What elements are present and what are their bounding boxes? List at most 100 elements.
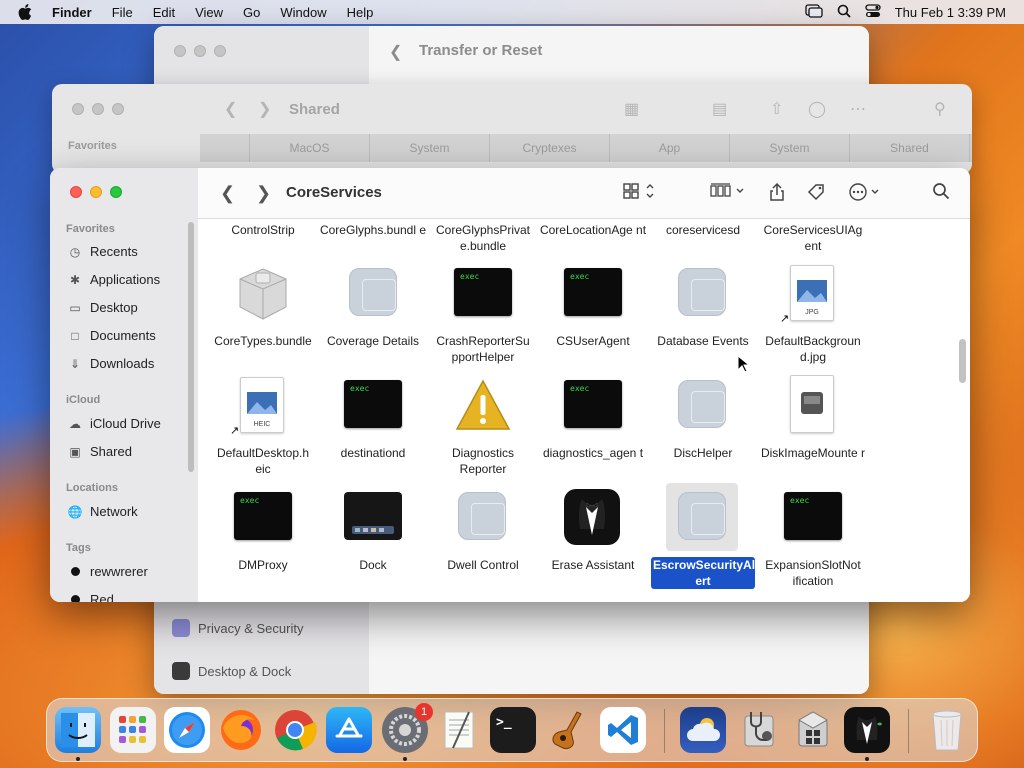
shared-more-icon[interactable]: ⋯ xyxy=(850,99,866,119)
tag-icon[interactable] xyxy=(806,182,826,207)
shared-window-controls[interactable] xyxy=(72,103,124,115)
launchpad-icon[interactable] xyxy=(110,707,156,753)
close-button[interactable] xyxy=(70,186,82,198)
sidebar-item-recents[interactable]: ◷ Recents xyxy=(68,244,138,259)
shared-tag-icon[interactable]: ◯ xyxy=(808,99,826,119)
disk-image-icon[interactable] xyxy=(790,375,834,433)
column-tab[interactable] xyxy=(200,134,250,162)
file-item[interactable]: DiskImageMounte r xyxy=(758,445,868,461)
executable-icon[interactable]: exec xyxy=(784,492,842,540)
file-item[interactable]: Database Events xyxy=(648,333,758,349)
app-store-icon[interactable] xyxy=(326,707,372,753)
column-tab[interactable]: System xyxy=(370,134,490,162)
app-icon[interactable] xyxy=(678,492,726,540)
file-item[interactable]: CrashReporterSu pportHelper xyxy=(428,333,538,365)
executable-icon[interactable]: exec xyxy=(344,380,402,428)
apple-menu-icon[interactable] xyxy=(18,0,38,24)
settings-window-controls[interactable] xyxy=(174,45,226,57)
system-information-icon[interactable] xyxy=(736,707,782,753)
sidebar-item-downloads[interactable]: ⇓ Downloads xyxy=(68,356,154,371)
app-icon[interactable] xyxy=(349,268,397,316)
file-item[interactable]: coreservicesd xyxy=(648,222,758,238)
sidebar-item-shared[interactable]: ▣ Shared xyxy=(68,444,132,459)
settings-item-desktop-dock[interactable]: Desktop & Dock xyxy=(172,662,291,680)
file-item[interactable]: diagnostics_agen t xyxy=(538,445,648,461)
content-scrollbar[interactable] xyxy=(959,339,966,383)
app-icon[interactable] xyxy=(678,380,726,428)
sidebar-item-documents[interactable]: □ Documents xyxy=(68,328,155,343)
vscode-icon[interactable] xyxy=(600,707,646,753)
settings-item-privacy[interactable]: Privacy & Security xyxy=(172,619,303,637)
file-item-selected[interactable]: EscrowSecurityAl ert xyxy=(648,557,758,589)
tuxedo-app-icon[interactable] xyxy=(844,707,890,753)
minimize-button[interactable] xyxy=(90,186,102,198)
file-item[interactable]: Dwell Control xyxy=(428,557,538,573)
menu-clock[interactable]: Thu Feb 1 3:39 PM xyxy=(895,5,1006,20)
file-item[interactable]: Coverage Details xyxy=(318,333,428,349)
file-item[interactable]: Erase Assistant xyxy=(538,557,648,573)
file-item[interactable]: ControlStrip xyxy=(208,222,318,238)
column-tab[interactable]: App xyxy=(610,134,730,162)
executable-icon[interactable]: exec xyxy=(564,268,622,316)
search-icon[interactable] xyxy=(932,182,950,205)
file-item[interactable]: ExpansionSlotNot ification xyxy=(758,557,868,589)
firefox-icon[interactable] xyxy=(218,707,264,753)
file-item[interactable]: DefaultBackgroun d.jpg xyxy=(758,333,868,365)
icon-view-icon[interactable] xyxy=(623,182,657,205)
zoom-button[interactable] xyxy=(110,186,122,198)
shared-forward-icon[interactable]: ❯ xyxy=(258,99,271,119)
jpg-file-icon[interactable]: JPG xyxy=(790,265,834,321)
settings-back-icon[interactable]: ❮ xyxy=(389,42,402,62)
group-by-icon[interactable] xyxy=(710,182,746,205)
sidebar-scrollbar[interactable] xyxy=(188,222,194,472)
dock-app-icon[interactable] xyxy=(344,492,402,540)
textedit-icon[interactable] xyxy=(436,707,482,753)
column-tab[interactable]: Cryptexes xyxy=(490,134,610,162)
menu-file[interactable]: File xyxy=(112,5,133,20)
terminal-icon[interactable]: >_ xyxy=(490,707,536,753)
menu-view[interactable]: View xyxy=(195,5,223,20)
sidebar-item-icloud-drive[interactable]: ☁ iCloud Drive xyxy=(68,416,161,431)
more-actions-icon[interactable] xyxy=(848,182,882,207)
executable-icon[interactable]: exec xyxy=(234,492,292,540)
heic-file-icon[interactable]: HEIC xyxy=(240,377,284,433)
file-item[interactable]: CoreLocationAge nt xyxy=(538,222,648,238)
sidebar-tag-red[interactable]: Red xyxy=(68,592,114,602)
sidebar-item-network[interactable]: 🌐 Network xyxy=(68,504,138,519)
bundle-icon[interactable] xyxy=(234,265,292,320)
shared-view-icon[interactable]: ▦ xyxy=(624,99,639,119)
shared-search-icon[interactable]: ⚲ xyxy=(934,99,946,119)
control-center-icon[interactable] xyxy=(865,3,881,21)
sidebar-item-applications[interactable]: ✱ Applications xyxy=(68,272,160,287)
file-item[interactable]: CoreGlyphsPrivat e.bundle xyxy=(428,222,538,254)
shared-back-icon[interactable]: ❮ xyxy=(224,99,237,119)
forward-icon[interactable]: ❯ xyxy=(256,182,271,204)
menu-go[interactable]: Go xyxy=(243,5,260,20)
column-tab[interactable]: Shared xyxy=(850,134,970,162)
menu-app-finder[interactable]: Finder xyxy=(52,5,92,20)
spotlight-search-icon[interactable] xyxy=(837,4,851,21)
chrome-icon[interactable] xyxy=(272,707,318,753)
menu-help[interactable]: Help xyxy=(347,5,374,20)
file-item[interactable]: destinationd xyxy=(318,445,428,461)
file-item[interactable]: DMProxy xyxy=(208,557,318,573)
shared-group-icon[interactable]: ▤ xyxy=(712,99,727,119)
finder-dock-icon[interactable] xyxy=(55,707,101,753)
screen-mirroring-icon[interactable] xyxy=(805,3,823,21)
menu-edit[interactable]: Edit xyxy=(153,5,175,20)
sidebar-item-desktop[interactable]: ▭ Desktop xyxy=(68,300,137,315)
garageband-icon[interactable] xyxy=(544,707,590,753)
file-item[interactable]: DiscHelper xyxy=(648,445,758,461)
executable-icon[interactable]: exec xyxy=(454,268,512,316)
executable-icon[interactable]: exec xyxy=(564,380,622,428)
file-item[interactable]: DefaultDesktop.h eic xyxy=(208,445,318,477)
safari-icon[interactable] xyxy=(164,707,210,753)
file-item[interactable]: Dock xyxy=(318,557,428,573)
shared-share-icon[interactable]: ⇧ xyxy=(770,99,783,119)
share-icon[interactable] xyxy=(768,182,786,207)
file-item[interactable]: CoreGlyphs.bundl e xyxy=(318,222,428,238)
trash-icon[interactable] xyxy=(924,707,970,753)
tuxedo-icon[interactable] xyxy=(564,489,620,545)
column-tab[interactable]: MacOS xyxy=(250,134,370,162)
app-icon[interactable] xyxy=(458,492,506,540)
